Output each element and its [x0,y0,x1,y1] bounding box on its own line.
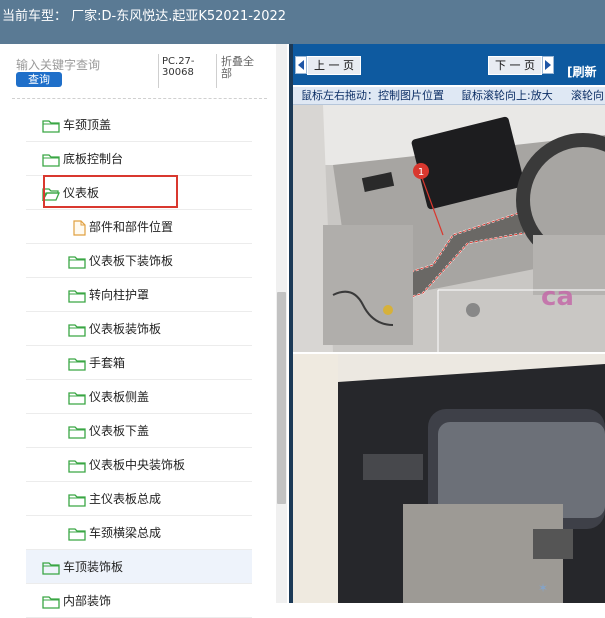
tree-item-label: 车顶装饰板 [63,560,124,574]
scrollbar-thumb[interactable] [277,292,286,504]
pc-code: PC.27- 30068 [162,56,195,78]
tree-item-label: 车颈横梁总成 [89,526,162,540]
folder-icon [42,560,60,579]
folder-icon [68,322,86,341]
dashboard-photo: 1 ca [293,105,605,352]
tree-item[interactable]: 仪表板下盖 [26,414,252,448]
title-bar: 当前车型： 厂家:D-东风悦达.起亚K52021-2022 [0,0,605,44]
collapse-all-link[interactable]: 折叠全部 [221,56,261,80]
tree-item[interactable]: 手套箱 [26,346,252,380]
tree-item[interactable]: 车颈顶盖 [26,108,252,142]
hint-bar: 鼠标左右拖动：控制图片位置 鼠标滚轮向上:放大 滚轮向 [293,87,605,105]
tree-item[interactable]: 仪表板装饰板 [26,312,252,346]
dashboard-closeup-photo: ✶ [293,354,605,603]
pc-code-line2: 30068 [162,67,194,78]
watermark-text: ca [541,282,574,312]
callout-number: 1 [418,167,424,178]
tree-item[interactable]: 车顶装饰板 [26,550,252,584]
image-viewer: 上 一 页 下 一 页 [刷新 鼠标左右拖动：控制图片位置 鼠标滚轮向上:放大 … [293,44,605,603]
tree-item-label: 底板控制台 [63,152,124,166]
pc-code-line1: PC.27- [162,56,195,67]
folder-icon [42,152,60,171]
tree-item-label: 仪表板装饰板 [89,322,162,336]
tree-item-label: 车颈顶盖 [63,118,112,132]
hint-zoom: 鼠标滚轮向上:放大 [461,89,553,102]
hint-scroll: 滚轮向 [571,89,604,102]
separator [216,54,217,88]
tree-item[interactable]: 仪表板中央装饰板 [26,448,252,482]
folder-icon [42,118,60,137]
watermark-mark: ✶ [538,581,548,595]
tree-item-label: 仪表板下装饰板 [89,254,174,268]
folder-icon [68,458,86,477]
tree-item-label: 转向柱护罩 [89,288,150,302]
query-button[interactable]: 查询 [16,72,62,87]
folder-icon [68,288,86,307]
tree-item[interactable]: 仪表板侧盖 [26,380,252,414]
folder-icon [68,424,86,443]
arrow-right-icon[interactable] [542,56,554,74]
folder-icon [68,356,86,375]
folder-icon [68,492,86,511]
tree-item[interactable]: 内部装饰 [26,584,252,618]
current-vehicle-title: 当前车型： 厂家:D-东风悦达.起亚K52021-2022 [2,9,287,24]
tree-item-label: 主仪表板总成 [89,492,162,506]
tree-item[interactable]: 主仪表板总成 [26,482,252,516]
tree-item-label: 内部装饰 [63,594,112,608]
folder-icon [68,526,86,545]
next-page-button[interactable]: 下 一 页 [488,56,542,75]
arrow-left-icon[interactable] [295,56,307,74]
tree-item-label: 仪表板侧盖 [89,390,150,404]
tree-item-label: 仪表板下盖 [89,424,150,438]
dashed-divider [12,98,267,99]
separator [158,54,159,88]
tree-item[interactable]: 转向柱护罩 [26,278,252,312]
viewer-toolbar: 上 一 页 下 一 页 [刷新 [293,44,605,85]
folder-icon [68,390,86,409]
tree-item-label: 部件和部件位置 [89,220,174,234]
hint-drag: 鼠标左右拖动：控制图片位置 [301,89,444,102]
refresh-link[interactable]: [刷新 [567,63,597,80]
tree-item[interactable]: 仪表板下装饰板 [26,244,252,278]
tree-item[interactable]: 部件和部件位置 [26,210,252,244]
folder-icon [68,254,86,273]
selected-item-highlight [43,175,178,208]
tree-item[interactable]: 车颈横梁总成 [26,516,252,550]
tree-item[interactable]: 底板控制台 [26,142,252,176]
document-icon [72,220,86,240]
prev-page-button[interactable]: 上 一 页 [307,56,361,75]
tree-item-label: 手套箱 [89,356,126,370]
tree-item-label: 仪表板中央装饰板 [89,458,186,472]
folder-icon [42,594,60,613]
